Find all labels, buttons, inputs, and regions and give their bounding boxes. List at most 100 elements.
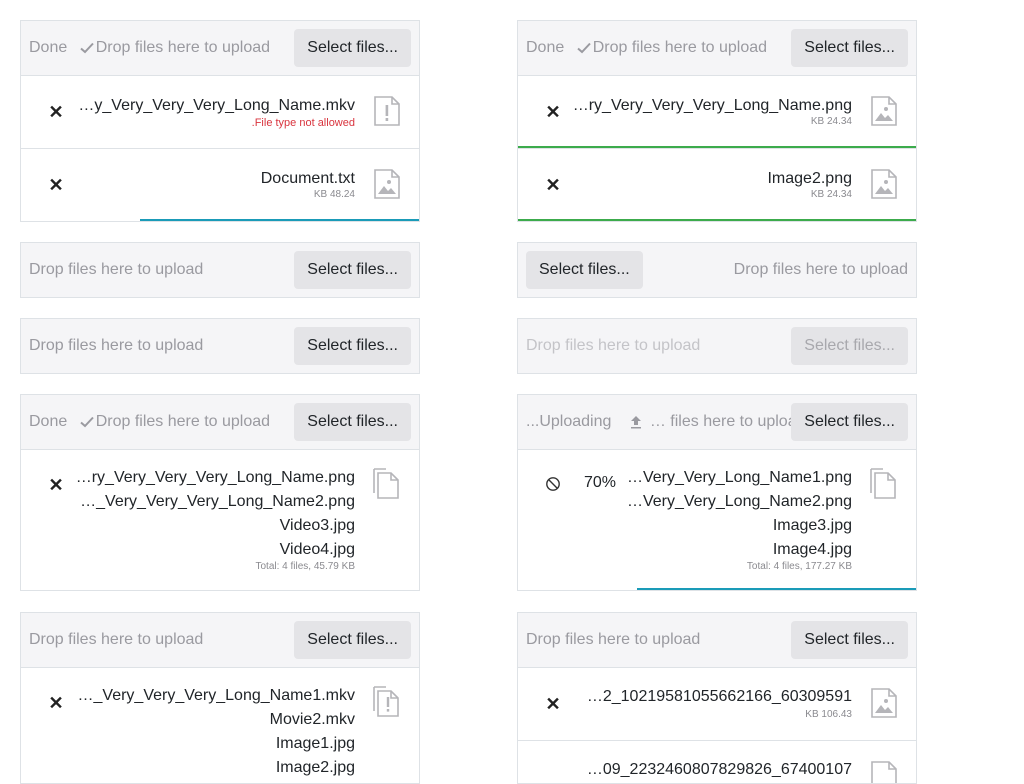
file-row: ✕ Image2.png KB 24.34 xyxy=(518,148,916,221)
upload-progress-bar xyxy=(637,588,916,590)
upload-batch-uploading: ...Uploading … files here to upload Sele… xyxy=(517,394,917,591)
file-name: …y_Very_Very_Very_Long_Name.mkv xyxy=(78,97,355,114)
file-name: …2_10219581055662166_60309591 xyxy=(586,688,852,705)
select-files-button[interactable]: Select files... xyxy=(294,621,411,659)
select-files-button[interactable]: Select files... xyxy=(294,251,411,289)
batch-total: Total: 4 files, 45.79 KB xyxy=(255,561,355,572)
file-name: Video4.jpg xyxy=(279,541,355,558)
file-image-icon xyxy=(871,761,897,783)
drop-hint: Drop files here to upload xyxy=(29,261,204,278)
file-name: …_Very_Very_Very_Long_Name1.mkv xyxy=(77,687,355,704)
remove-file-icon[interactable]: ✕ xyxy=(48,176,64,194)
file-name: Image4.jpg xyxy=(772,541,852,558)
file-size: KB 106.43 xyxy=(805,709,852,720)
drop-hint: Drop files here to upload xyxy=(95,39,271,56)
upload-status: ...Uploading … files here to upload xyxy=(526,395,806,449)
file-name: …ry_Very_Very_Very_Long_Name.png xyxy=(572,97,852,114)
upload-empty: Drop files here to upload Select files..… xyxy=(20,318,420,374)
remove-file-icon[interactable]: ✕ xyxy=(545,695,561,713)
drop-hint: Drop files here to upload xyxy=(95,413,271,430)
upload-disabled: Drop files here to upload Select files..… xyxy=(517,318,917,374)
upload-toolbar: Drop files here to upload Select files..… xyxy=(21,319,419,373)
upload-done-success: Done Drop files here to upload Select fi… xyxy=(517,20,917,222)
batch-row: ✕ …ry_Very_Very_Very_Long_Name.png …_Ver… xyxy=(21,449,419,590)
status-text: Done xyxy=(29,413,68,430)
files-icon xyxy=(870,468,896,499)
file-row: ✕ Document.txt KB 48.24 xyxy=(21,148,419,221)
upload-status: Done Drop files here to upload xyxy=(29,21,270,75)
file-name: …ry_Very_Very_Very_Long_Name.png xyxy=(75,469,355,486)
upload-batch-done: Done Drop files here to upload Select fi… xyxy=(20,394,420,591)
file-row: …09_2232460807829826_67400107 xyxy=(518,740,916,783)
upload-toolbar: Select files... Drop files here to uploa… xyxy=(518,243,916,297)
file-row: ✕ …ry_Very_Very_Very_Long_Name.png KB 24… xyxy=(518,75,916,148)
file-name: …_Very_Very_Very_Long_Name2.png xyxy=(80,493,355,510)
upload-toolbar: Done Drop files here to upload Select fi… xyxy=(518,21,916,75)
upload-empty-rtl: Select files... Drop files here to uploa… xyxy=(517,242,917,298)
file-name: …09_2232460807829826_67400107 xyxy=(586,761,852,778)
drop-hint: Drop files here to upload xyxy=(592,39,768,56)
drop-hint: Drop files here to upload xyxy=(29,337,204,354)
upload-toolbar: Drop files here to upload Select files..… xyxy=(21,613,419,667)
check-icon xyxy=(80,416,94,428)
batch-row: 70% …Very_Very_Long_Name1.png …Very_Very… xyxy=(518,449,916,590)
drop-hint: Drop files here to upload xyxy=(526,631,701,648)
file-size: KB 24.34 xyxy=(810,189,852,200)
upload-status: Done Drop files here to upload xyxy=(29,395,270,449)
upload-empty: Drop files here to upload Select files..… xyxy=(20,242,420,298)
drop-hint: Drop files here to upload xyxy=(526,337,701,354)
status-text: Done xyxy=(29,39,68,56)
cancel-upload-icon[interactable] xyxy=(545,476,561,492)
batch-total: Total: 4 files, 177.27 KB xyxy=(746,561,852,572)
remove-file-icon[interactable]: ✕ xyxy=(545,103,561,121)
select-files-button: Select files... xyxy=(791,327,908,365)
upload-toolbar: Done Drop files here to upload Select fi… xyxy=(21,21,419,75)
file-row: ✕ …y_Very_Very_Very_Long_Name.mkv .File … xyxy=(21,75,419,148)
upload-toolbar: Done Drop files here to upload Select fi… xyxy=(21,395,419,449)
file-row: ✕ …2_10219581055662166_60309591 KB 106.4… xyxy=(518,667,916,740)
select-files-button[interactable]: Select files... xyxy=(294,29,411,67)
select-files-button[interactable]: Select files... xyxy=(526,251,643,289)
file-name: Image2.jpg xyxy=(275,759,355,776)
select-files-button[interactable]: Select files... xyxy=(791,621,908,659)
drop-hint: Drop files here to upload xyxy=(29,631,204,648)
files-warning-icon xyxy=(373,686,399,717)
upload-progress-bar xyxy=(140,219,419,221)
file-error: .File type not allowed xyxy=(251,117,355,129)
file-size: KB 48.24 xyxy=(313,189,355,200)
batch-row: ✕ …_Very_Very_Very_Long_Name1.mkv Movie2… xyxy=(21,667,419,783)
file-image-icon xyxy=(374,169,400,199)
upload-batch-error: Drop files here to upload Select files..… xyxy=(20,612,420,784)
file-size: KB 24.34 xyxy=(810,116,852,127)
status-text: ...Uploading xyxy=(526,413,612,430)
remove-batch-icon[interactable]: ✕ xyxy=(48,694,64,712)
select-files-button[interactable]: Select files... xyxy=(791,29,908,67)
select-files-button[interactable]: Select files... xyxy=(791,403,908,441)
file-name: Image2.png xyxy=(767,170,852,187)
upload-toolbar: Drop files here to upload Select files..… xyxy=(21,243,419,297)
upload-toolbar: Drop files here to upload Select files..… xyxy=(518,319,916,373)
remove-batch-icon[interactable]: ✕ xyxy=(48,476,64,494)
upload-done-with-error: Done Drop files here to upload Select fi… xyxy=(20,20,420,222)
remove-file-icon[interactable]: ✕ xyxy=(48,103,64,121)
file-name: Image1.jpg xyxy=(275,735,355,752)
select-files-button[interactable]: Select files... xyxy=(294,327,411,365)
drop-hint: … files here to upload xyxy=(649,413,806,430)
remove-file-icon[interactable]: ✕ xyxy=(545,176,561,194)
status-text: Done xyxy=(526,39,565,56)
file-image-icon xyxy=(871,688,897,718)
file-image-icon xyxy=(871,96,897,126)
file-name: Image3.jpg xyxy=(772,517,852,534)
upload-toolbar: Drop files here to upload Select files..… xyxy=(518,613,916,667)
files-icon xyxy=(373,468,399,499)
drop-hint: Drop files here to upload xyxy=(733,261,908,278)
file-name: Document.txt xyxy=(260,170,355,187)
check-icon xyxy=(80,42,94,54)
success-bar xyxy=(518,219,916,221)
file-name: …Very_Very_Long_Name1.png xyxy=(626,469,852,486)
upload-file-list: Drop files here to upload Select files..… xyxy=(517,612,917,784)
upload-status: Done Drop files here to upload xyxy=(526,21,767,75)
check-icon xyxy=(577,42,591,54)
file-name: Video3.jpg xyxy=(279,517,355,534)
select-files-button[interactable]: Select files... xyxy=(294,403,411,441)
